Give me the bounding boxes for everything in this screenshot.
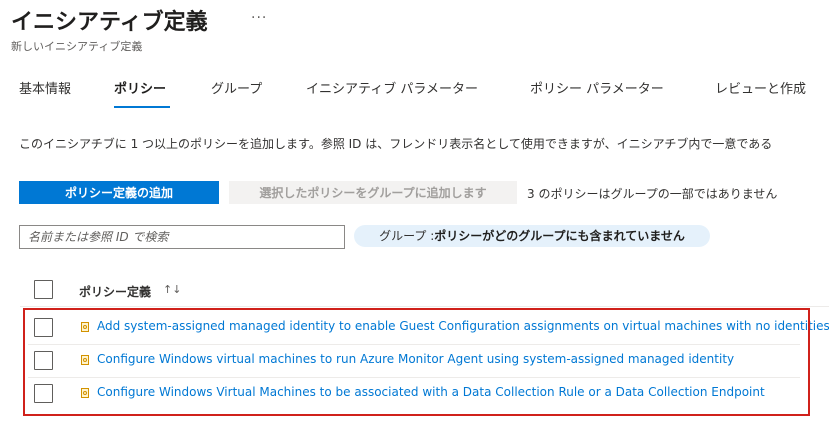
select-all-checkbox[interactable] [34,280,53,299]
more-options-icon[interactable]: ··· [251,10,267,26]
search-input[interactable] [19,225,345,249]
policy-definition-icon [81,388,89,398]
policy-definition-icon [81,355,89,365]
tab-review-create[interactable]: レビューと作成 [715,78,806,97]
initiative-definition-page: イニシアティブ定義 ··· 新しいイニシアティブ定義 基本情報 ポリシー グルー… [0,0,829,435]
group-filter-pill[interactable]: グループ : ポリシーがどのグループにも含まれていません [354,225,710,247]
tab-bar: 基本情報 ポリシー グループ イニシアティブ パラメーター ポリシー パラメータ… [0,78,829,112]
policy-link[interactable]: Configure Windows virtual machines to ru… [97,352,734,366]
add-policy-definition-button[interactable]: ポリシー定義の追加 [19,181,219,204]
tab-basics[interactable]: 基本情報 [19,78,71,97]
policy-definition-icon [81,322,89,332]
policy-link[interactable]: Add system-assigned managed identity to … [97,319,829,333]
row-divider [28,344,800,345]
policy-link[interactable]: Configure Windows Virtual Machines to be… [97,385,765,399]
row-checkbox[interactable] [34,384,53,403]
policies-description: このイニシアチブに 1 つ以上のポリシーを追加します。参照 ID は、フレンドリ… [19,137,773,151]
header-divider [20,306,829,307]
group-filter-value: ポリシーがどのグループにも含まれていません [434,229,685,243]
tab-policies[interactable]: ポリシー [114,78,166,97]
sort-icon[interactable]: ↑↓ [163,283,181,296]
column-header-policy-definition[interactable]: ポリシー定義 [79,283,151,300]
ungrouped-policies-status: 3 のポリシーはグループの一部ではありません [527,187,778,201]
row-checkbox[interactable] [34,351,53,370]
row-checkbox[interactable] [34,318,53,337]
group-filter-label: グループ : [379,229,435,243]
page-subtitle: 新しいイニシアティブ定義 [11,40,143,53]
tab-policy-parameters[interactable]: ポリシー パラメーター [530,78,664,97]
tab-initiative-parameters[interactable]: イニシアティブ パラメーター [306,78,478,97]
active-tab-indicator [114,106,170,108]
tab-groups[interactable]: グループ [211,78,262,97]
page-title: イニシアティブ定義 [11,10,208,35]
add-selected-to-group-button[interactable]: 選択したポリシーをグループに追加します [229,181,517,204]
row-divider [28,377,800,378]
